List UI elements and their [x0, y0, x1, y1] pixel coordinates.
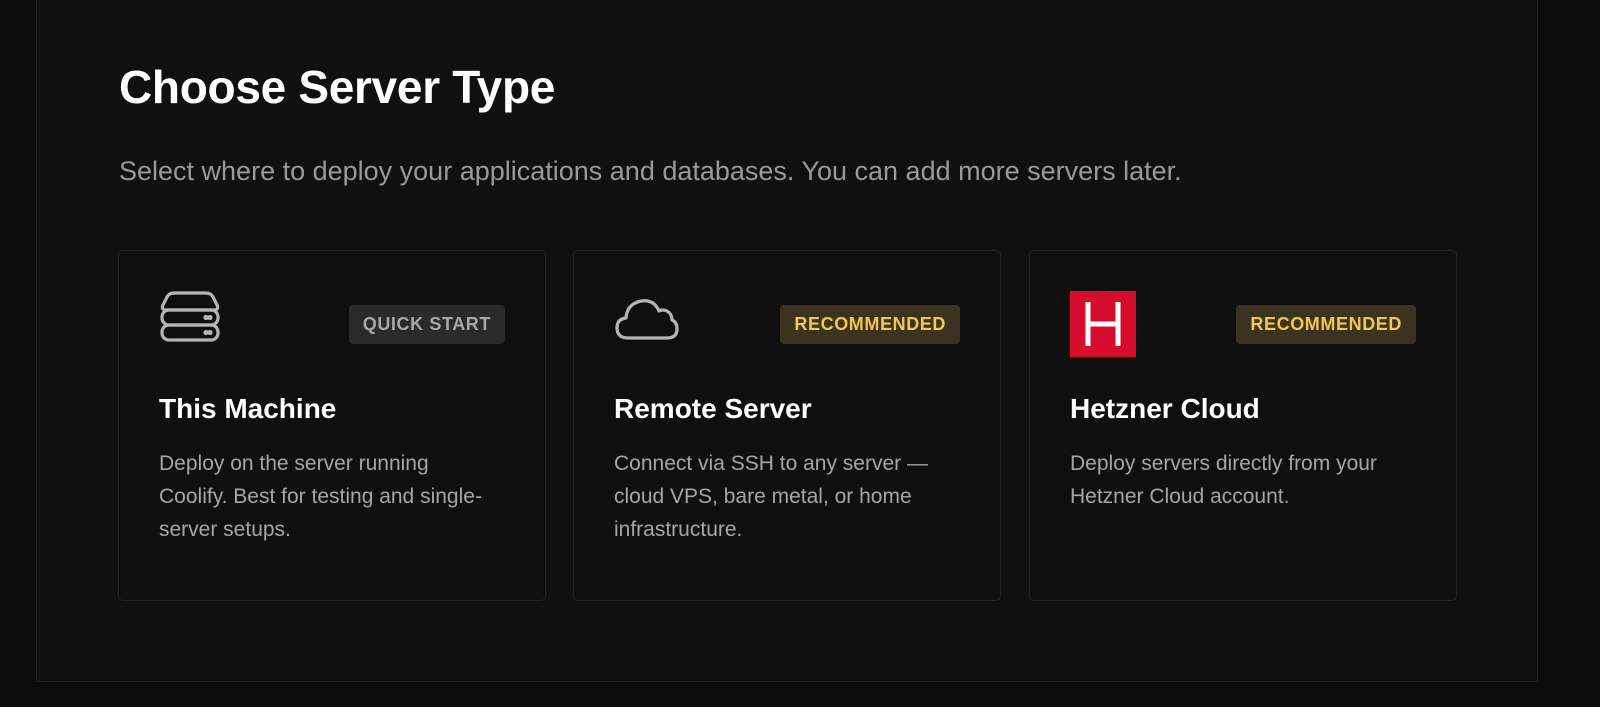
- hetzner-logo-icon: [1070, 291, 1136, 357]
- card-title: Remote Server: [614, 393, 812, 424]
- recommended-badge: RECOMMENDED: [1236, 305, 1416, 344]
- server-type-card-this-machine[interactable]: QUICK START This Machine Deploy on the s…: [118, 250, 546, 601]
- card-description: Deploy on the server running Coolify. Be…: [159, 452, 482, 541]
- cloud-icon: [614, 291, 680, 357]
- card-description: Deploy servers directly from your Hetzne…: [1070, 452, 1377, 508]
- quick-start-badge: QUICK START: [348, 305, 505, 344]
- card-title: Hetzner Cloud: [1070, 393, 1260, 424]
- recommended-badge: RECOMMENDED: [780, 305, 960, 344]
- page-subtitle: Select where to deploy your applications…: [119, 156, 1182, 186]
- page-title: Choose Server Type: [119, 61, 556, 113]
- card-title: This Machine: [159, 393, 337, 424]
- server-stack-icon: [159, 291, 225, 357]
- server-type-card-hetzner-cloud[interactable]: RECOMMENDED Hetzner Cloud Deploy servers…: [1029, 250, 1457, 601]
- card-description: Connect via SSH to any server —cloud VPS…: [614, 452, 928, 541]
- server-type-card-remote-server[interactable]: RECOMMENDED Remote Server Connect via SS…: [573, 250, 1001, 601]
- setup-panel: Choose Server Type Select where to deplo…: [36, 0, 1538, 682]
